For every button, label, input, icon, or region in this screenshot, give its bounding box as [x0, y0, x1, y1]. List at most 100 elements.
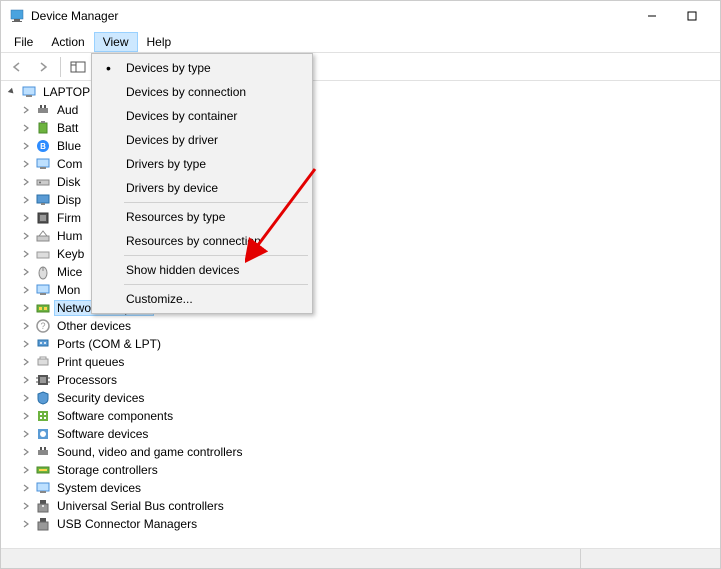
window-title: Device Manager — [31, 9, 632, 23]
tree-item-other-devices[interactable]: ?Other devices — [5, 317, 718, 335]
keyboards-icon — [35, 246, 51, 262]
usb-controllers-icon — [35, 498, 51, 514]
batteries-icon — [35, 120, 51, 136]
tree-item-ports[interactable]: Ports (COM & LPT) — [5, 335, 718, 353]
menu-drivers-by-type[interactable]: Drivers by type — [94, 152, 310, 176]
processors-icon — [35, 372, 51, 388]
tree-root-label: LAPTOP — [40, 84, 93, 100]
tree-item-label: Disk — [54, 174, 83, 190]
expander-icon[interactable] — [19, 446, 32, 459]
show-hide-button[interactable] — [66, 55, 90, 79]
expander-icon[interactable] — [19, 140, 32, 153]
expander-icon[interactable] — [19, 518, 32, 531]
expander-icon[interactable] — [19, 338, 32, 351]
tree-item-label: Keyb — [54, 246, 87, 262]
menu-action[interactable]: Action — [42, 32, 93, 52]
expander-icon[interactable] — [19, 374, 32, 387]
storage-controllers-icon — [35, 462, 51, 478]
expander-icon[interactable] — [19, 176, 32, 189]
tree-item-system-devices[interactable]: System devices — [5, 479, 718, 497]
expander-icon[interactable] — [19, 464, 32, 477]
menu-separator — [124, 202, 308, 203]
menu-customize[interactable]: Customize... — [94, 287, 310, 311]
computer-icon — [21, 84, 37, 100]
tree-item-label: Processors — [54, 372, 120, 388]
audio-icon — [35, 102, 51, 118]
tree-item-software-devices[interactable]: Software devices — [5, 425, 718, 443]
expander-icon[interactable] — [19, 392, 32, 405]
tree-item-software-components[interactable]: Software components — [5, 407, 718, 425]
back-button[interactable] — [5, 55, 29, 79]
expander-icon[interactable] — [19, 302, 32, 315]
maximize-button[interactable] — [672, 1, 712, 31]
tree-item-label: Batt — [54, 120, 81, 136]
computer-icon — [35, 156, 51, 172]
tree-item-usb-connector-managers[interactable]: USB Connector Managers — [5, 515, 718, 533]
menu-devices-by-connection[interactable]: Devices by connection — [94, 80, 310, 104]
expander-icon[interactable] — [19, 428, 32, 441]
expander-icon[interactable] — [19, 266, 32, 279]
system-devices-icon — [35, 480, 51, 496]
menubar: File Action View Help — [1, 31, 720, 53]
toolbar-divider — [60, 57, 61, 77]
sound-video-icon — [35, 444, 51, 460]
menu-help[interactable]: Help — [138, 32, 181, 52]
tree-item-security-devices[interactable]: Security devices — [5, 389, 718, 407]
expander-icon[interactable] — [19, 356, 32, 369]
tree-item-label: Firm — [54, 210, 84, 226]
tree-item-label: Print queues — [54, 354, 127, 370]
menu-devices-by-container[interactable]: Devices by container — [94, 104, 310, 128]
tree-item-sound-video[interactable]: Sound, video and game controllers — [5, 443, 718, 461]
tree-item-label: Ports (COM & LPT) — [54, 336, 164, 352]
expander-icon[interactable] — [19, 212, 32, 225]
expander-icon[interactable] — [19, 482, 32, 495]
expander-icon[interactable] — [19, 158, 32, 171]
tree-item-label: Other devices — [54, 318, 134, 334]
tree-item-label: Disp — [54, 192, 84, 208]
tree-item-label: Aud — [54, 102, 81, 118]
firmware-icon — [35, 210, 51, 226]
other-devices-icon: ? — [35, 318, 51, 334]
print-queues-icon — [35, 354, 51, 370]
ports-icon — [35, 336, 51, 352]
tree-item-label: Storage controllers — [54, 462, 161, 478]
minimize-button[interactable] — [632, 1, 672, 31]
menu-show-hidden-devices[interactable]: Show hidden devices — [94, 258, 310, 282]
expander-icon[interactable] — [19, 284, 32, 297]
network-adapters-icon — [35, 300, 51, 316]
menu-file[interactable]: File — [5, 32, 42, 52]
titlebar: Device Manager — [1, 1, 720, 31]
expander-icon[interactable] — [19, 104, 32, 117]
tree-item-usb-controllers[interactable]: Universal Serial Bus controllers — [5, 497, 718, 515]
tree-item-label: Software devices — [54, 426, 151, 442]
tree-item-label: Security devices — [54, 390, 147, 406]
human-interface-icon — [35, 228, 51, 244]
expander-icon[interactable] — [19, 230, 32, 243]
security-devices-icon — [35, 390, 51, 406]
expander-icon[interactable] — [19, 194, 32, 207]
menu-resources-by-connection[interactable]: Resources by connection — [94, 229, 310, 253]
display-adapters-icon — [35, 192, 51, 208]
tree-item-storage-controllers[interactable]: Storage controllers — [5, 461, 718, 479]
expander-icon[interactable] — [19, 122, 32, 135]
expander-icon[interactable] — [19, 500, 32, 513]
window-buttons — [632, 1, 712, 31]
statusbar — [1, 548, 720, 568]
expander-icon[interactable] — [19, 320, 32, 333]
tree-item-label: System devices — [54, 480, 144, 496]
tree-item-label: Sound, video and game controllers — [54, 444, 245, 460]
app-icon — [9, 8, 25, 24]
expander-icon[interactable] — [19, 410, 32, 423]
menu-drivers-by-device[interactable]: Drivers by device — [94, 176, 310, 200]
menu-view[interactable]: View — [94, 32, 138, 52]
menu-resources-by-type[interactable]: Resources by type — [94, 205, 310, 229]
tree-item-label: Hum — [54, 228, 85, 244]
expander-icon[interactable] — [5, 86, 18, 99]
tree-item-print-queues[interactable]: Print queues — [5, 353, 718, 371]
menu-devices-by-driver[interactable]: Devices by driver — [94, 128, 310, 152]
tree-item-processors[interactable]: Processors — [5, 371, 718, 389]
expander-icon[interactable] — [19, 248, 32, 261]
menu-devices-by-type[interactable]: Devices by type — [94, 56, 310, 80]
usb-connector-managers-icon — [35, 516, 51, 532]
forward-button[interactable] — [31, 55, 55, 79]
